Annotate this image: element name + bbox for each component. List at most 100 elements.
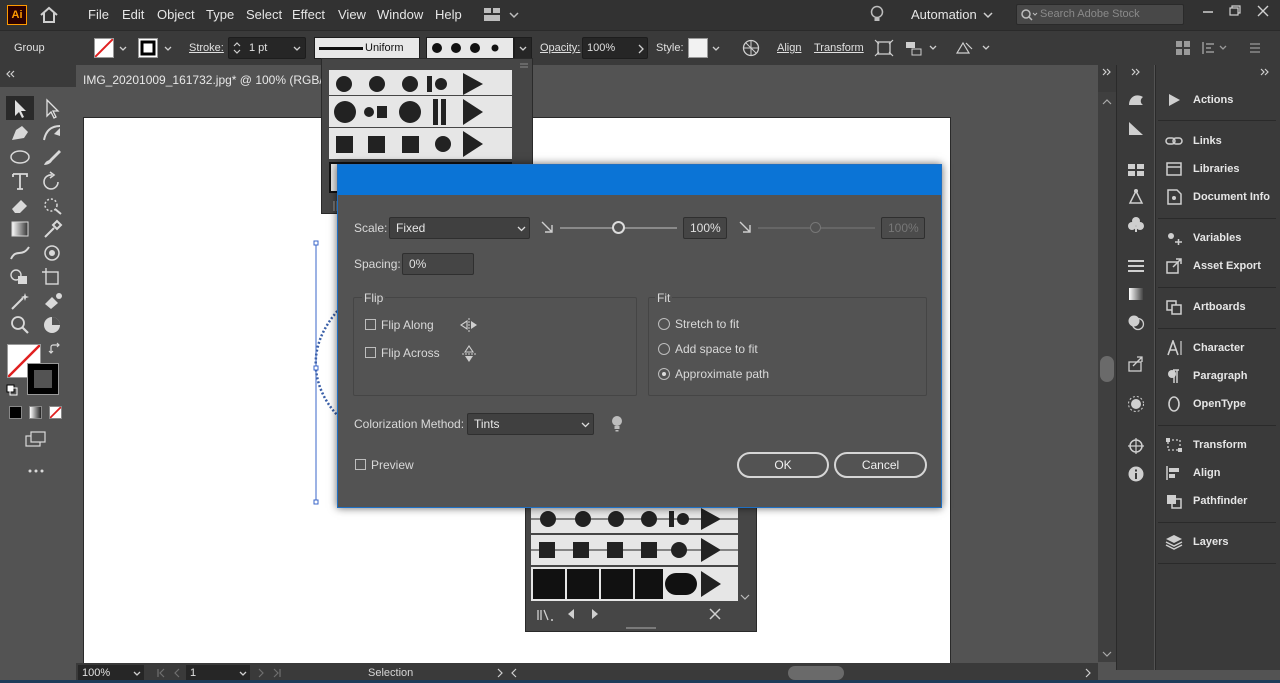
- menu-window[interactable]: Window: [377, 7, 423, 22]
- swatches-icon[interactable]: [1126, 161, 1146, 179]
- brush-swatch-row[interactable]: [531, 567, 738, 601]
- brush-swatch-row[interactable]: [531, 535, 738, 565]
- popup-scroll-up-icon[interactable]: [518, 61, 530, 71]
- stroke-weight-field[interactable]: 1 pt: [228, 37, 306, 59]
- menu-select[interactable]: Select: [246, 7, 282, 22]
- zoom-tool-icon[interactable]: [8, 314, 32, 336]
- stroke-label[interactable]: Stroke:: [189, 42, 224, 54]
- gradient-swatch-icon[interactable]: [1126, 285, 1146, 303]
- scroll-down-icon[interactable]: [740, 593, 750, 601]
- ok-button[interactable]: OK: [737, 452, 829, 478]
- home-icon[interactable]: [38, 5, 60, 25]
- brushes-icon[interactable]: [1126, 187, 1146, 205]
- restore-window-button[interactable]: [1226, 3, 1244, 19]
- scale-value-field[interactable]: 100%: [683, 217, 727, 239]
- panel-resize-grip[interactable]: [626, 627, 656, 629]
- close-window-button[interactable]: [1254, 3, 1272, 19]
- add-space-to-fit-label[interactable]: Add space to fit: [675, 342, 758, 356]
- type-tool-icon[interactable]: [8, 170, 32, 192]
- spacing-value[interactable]: 0%: [409, 257, 426, 271]
- shape-builder-options-icon[interactable]: [954, 39, 992, 57]
- pen-tool-icon[interactable]: [8, 122, 32, 144]
- add-space-to-fit-radio[interactable]: [658, 343, 670, 355]
- curvature-tool-icon[interactable]: [40, 122, 64, 144]
- status-menu-chevron-icon[interactable]: [496, 668, 504, 678]
- warp-tool-icon[interactable]: [40, 194, 64, 216]
- export-icon[interactable]: [1126, 355, 1146, 373]
- cancel-button[interactable]: Cancel: [834, 452, 927, 478]
- eyedropper-tool-icon[interactable]: [40, 218, 64, 240]
- chevron-up-icon[interactable]: [1102, 98, 1112, 106]
- rotate-tool-icon[interactable]: [40, 170, 64, 192]
- spacing-field[interactable]: 0%: [402, 253, 474, 275]
- brush-swatch-row[interactable]: [329, 128, 512, 159]
- eraser-tool-icon[interactable]: [8, 194, 32, 216]
- magic-wand-tool-icon[interactable]: [8, 290, 32, 312]
- default-colors-icon[interactable]: [6, 384, 18, 396]
- menu-effect[interactable]: Effect: [292, 7, 325, 22]
- opacity-field[interactable]: 100%: [582, 37, 648, 59]
- brush-dropdown-button[interactable]: [514, 37, 532, 59]
- chevron-down-icon[interactable]: [133, 670, 141, 678]
- info-icon[interactable]: [1126, 465, 1146, 483]
- expand-panel-icon[interactable]: [1102, 68, 1112, 76]
- horizontal-scrollbar-thumb[interactable]: [788, 666, 844, 680]
- scale-mode-select[interactable]: Fixed: [389, 217, 530, 239]
- chevron-down-icon[interactable]: [239, 670, 247, 678]
- fill-swatch[interactable]: [94, 38, 114, 58]
- zoom-level-value[interactable]: 100%: [82, 667, 110, 679]
- flip-across-checkbox[interactable]: [365, 347, 376, 358]
- menu-edit[interactable]: Edit: [122, 7, 144, 22]
- symbols-icon[interactable]: [1126, 215, 1146, 233]
- flip-along-checkbox[interactable]: [365, 319, 376, 330]
- colorization-method-select[interactable]: Tints: [467, 413, 594, 435]
- panel-menu-icon[interactable]: [1248, 39, 1262, 57]
- first-artboard-icon[interactable]: [156, 668, 166, 678]
- menu-type[interactable]: Type: [206, 7, 234, 22]
- selection-tool-icon[interactable]: [6, 96, 34, 120]
- navigator-icon[interactable]: [1126, 437, 1146, 455]
- preview-label[interactable]: Preview: [371, 458, 414, 472]
- variable-width-profile[interactable]: Uniform: [314, 37, 420, 59]
- search-input[interactable]: Search Adobe Stock: [1040, 8, 1140, 20]
- previous-artboard-icon[interactable]: [172, 668, 182, 678]
- gradient-tool-icon[interactable]: [8, 218, 32, 240]
- transparency-icon[interactable]: [1126, 313, 1146, 331]
- menu-object[interactable]: Object: [157, 7, 195, 22]
- appearance-icon[interactable]: [1126, 395, 1146, 413]
- remove-brush-icon[interactable]: [708, 607, 722, 621]
- colorization-tips-lightbulb-icon[interactable]: [611, 415, 623, 433]
- artboard-number-field[interactable]: 1: [186, 665, 250, 681]
- chevron-down-icon[interactable]: [983, 11, 993, 19]
- arrange-documents-icon[interactable]: [483, 7, 519, 23]
- opacity-value[interactable]: 100%: [587, 42, 615, 54]
- approximate-path-label[interactable]: Approximate path: [675, 367, 769, 381]
- more-tools-icon[interactable]: [26, 466, 46, 476]
- gradient-mode-button[interactable]: [29, 406, 42, 419]
- graphic-style-swatch[interactable]: [688, 38, 708, 58]
- preview-checkbox[interactable]: [355, 459, 366, 470]
- vertical-scrollbar[interactable]: [1098, 92, 1116, 662]
- isolate-group-icon[interactable]: [874, 39, 894, 57]
- chevron-down-icon[interactable]: [293, 45, 301, 53]
- document-tab[interactable]: IMG_20201009_161732.jpg* @ 100% (RGB/GPU…: [76, 67, 339, 92]
- menu-help[interactable]: Help: [435, 7, 462, 22]
- chevron-left-icon[interactable]: [566, 608, 576, 620]
- ellipse-tool-icon[interactable]: [8, 146, 32, 168]
- scale-slider-thumb[interactable]: [612, 221, 625, 234]
- text-align-icon[interactable]: [1200, 39, 1230, 57]
- next-artboard-icon[interactable]: [256, 668, 266, 678]
- opacity-label[interactable]: Opacity:: [540, 42, 580, 54]
- zoom-level-field[interactable]: 100%: [78, 665, 144, 681]
- color-mode-button[interactable]: [9, 406, 22, 419]
- swap-colors-icon[interactable]: [48, 342, 62, 356]
- chevron-right-icon[interactable]: [590, 608, 600, 620]
- chevron-down-icon[interactable]: [1102, 650, 1112, 658]
- transform-link[interactable]: Transform: [814, 42, 864, 54]
- brush-definition[interactable]: [426, 37, 514, 59]
- collapse-dock-icon[interactable]: [1131, 68, 1141, 76]
- stretch-to-fit-label[interactable]: Stretch to fit: [675, 317, 739, 331]
- dialog-title-bar[interactable]: [338, 165, 941, 195]
- stretch-to-fit-radio[interactable]: [658, 318, 670, 330]
- stroke-weight-value[interactable]: 1 pt: [249, 42, 267, 54]
